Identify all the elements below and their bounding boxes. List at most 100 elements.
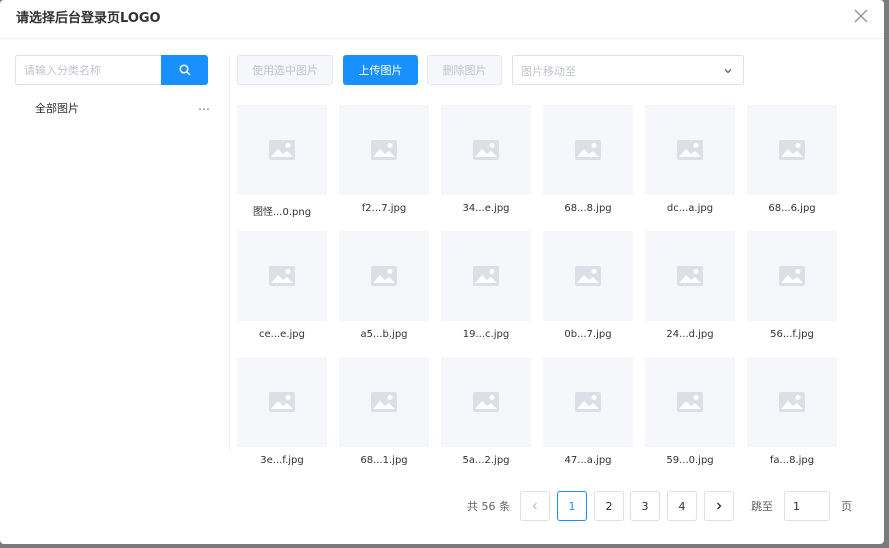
image-thumbnail (237, 357, 327, 447)
image-filename: 34...e.jpg (462, 203, 510, 214)
image-thumbnail (747, 231, 837, 321)
goto-page-input[interactable] (784, 491, 830, 521)
image-placeholder-icon (575, 266, 601, 286)
image-thumbnail (645, 357, 735, 447)
image-tile[interactable]: 68...6.jpg (747, 105, 837, 225)
image-thumbnail (543, 231, 633, 321)
image-placeholder-icon (371, 392, 397, 412)
image-placeholder-icon (779, 392, 805, 412)
image-filename: f2...7.jpg (361, 203, 407, 214)
image-tile[interactable]: fa...8.jpg (747, 357, 837, 477)
image-tile[interactable]: 68...1.jpg (339, 357, 429, 477)
close-icon[interactable] (854, 9, 868, 23)
page-unit: 页 (841, 500, 852, 513)
next-page-button[interactable] (704, 491, 734, 521)
search-icon (178, 64, 191, 76)
image-placeholder-icon (371, 266, 397, 286)
image-thumbnail (747, 357, 837, 447)
image-filename: 3e...f.jpg (260, 455, 304, 466)
image-filename: 68...8.jpg (564, 203, 612, 214)
image-filename: 5a...2.jpg (462, 455, 510, 466)
image-thumbnail (441, 105, 531, 195)
image-tile[interactable]: 0b...7.jpg (543, 231, 633, 351)
image-filename: 59...0.jpg (666, 455, 714, 466)
image-filename: 19...c.jpg (462, 329, 510, 340)
image-placeholder-icon (473, 140, 499, 160)
image-placeholder-icon (779, 266, 805, 286)
image-filename: a5...b.jpg (360, 329, 408, 340)
total-count: 共 56 条 (467, 500, 510, 513)
image-thumbnail (339, 231, 429, 321)
move-to-select[interactable]: 图片移动至 (512, 55, 744, 85)
image-tile[interactable]: 56...f.jpg (747, 231, 837, 351)
image-placeholder-icon (575, 392, 601, 412)
image-placeholder-icon (269, 392, 295, 412)
move-to-placeholder: 图片移动至 (521, 65, 576, 78)
image-filename: dc...a.jpg (666, 203, 714, 214)
image-thumbnail (441, 231, 531, 321)
image-placeholder-icon (575, 140, 601, 160)
category-item-all[interactable]: 全部图片 … (15, 96, 215, 120)
image-placeholder-icon (779, 140, 805, 160)
upload-button[interactable]: 上传图片 (343, 55, 418, 85)
image-thumbnail (543, 357, 633, 447)
image-tile[interactable]: f2...7.jpg (339, 105, 429, 225)
image-filename: 47...a.jpg (564, 455, 612, 466)
image-tile[interactable]: 24...d.jpg (645, 231, 735, 351)
chevron-right-icon (717, 502, 722, 510)
image-tile[interactable]: dc...a.jpg (645, 105, 735, 225)
page-button-2[interactable]: 2 (594, 491, 624, 521)
image-thumbnail (441, 357, 531, 447)
image-placeholder-icon (677, 392, 703, 412)
image-tile[interactable]: 47...a.jpg (543, 357, 633, 477)
image-tile[interactable]: 图怪...0.png (237, 105, 327, 225)
image-tile[interactable]: 19...c.jpg (441, 231, 531, 351)
image-tile[interactable]: a5...b.jpg (339, 231, 429, 351)
image-placeholder-icon (371, 140, 397, 160)
image-tile[interactable]: 34...e.jpg (441, 105, 531, 225)
image-thumbnail (237, 105, 327, 195)
image-placeholder-icon (269, 266, 295, 286)
image-picker-dialog: 请选择后台登录页LOGO 全部图片 … 使用选中图片 上传图片 删除图片 图片移… (0, 0, 884, 544)
more-icon[interactable]: … (198, 99, 211, 113)
image-tile[interactable]: 68...8.jpg (543, 105, 633, 225)
dialog-title: 请选择后台登录页LOGO (16, 11, 161, 26)
category-panel: 全部图片 … (15, 55, 215, 449)
search-button[interactable] (161, 55, 208, 85)
image-placeholder-icon (473, 266, 499, 286)
pagination: 共 56 条 1 2 3 4 跳至 页 (0, 491, 884, 521)
delete-button[interactable]: 删除图片 (427, 55, 502, 85)
image-thumbnail (645, 231, 735, 321)
image-placeholder-icon (269, 140, 295, 160)
image-filename: 图怪...0.png (252, 207, 312, 218)
image-placeholder-icon (473, 392, 499, 412)
prev-page-button[interactable] (520, 491, 550, 521)
image-thumbnail (237, 231, 327, 321)
image-filename: ce...e.jpg (259, 329, 305, 340)
image-filename: fa...8.jpg (769, 455, 815, 466)
page-button-3[interactable]: 3 (630, 491, 660, 521)
goto-label: 跳至 (751, 500, 773, 513)
page-button-1[interactable]: 1 (557, 491, 587, 521)
chevron-down-icon (724, 69, 732, 74)
image-tile[interactable]: 59...0.jpg (645, 357, 735, 477)
chevron-left-icon (532, 502, 537, 510)
image-tile[interactable]: 3e...f.jpg (237, 357, 327, 477)
category-search-input[interactable] (15, 55, 161, 85)
image-filename: 56...f.jpg (770, 329, 814, 340)
image-filename: 0b...7.jpg (564, 329, 612, 340)
image-thumbnail (339, 357, 429, 447)
use-selected-button[interactable]: 使用选中图片 (237, 55, 333, 85)
image-thumbnail (339, 105, 429, 195)
image-filename: 24...d.jpg (666, 329, 714, 340)
dialog-header: 请选择后台登录页LOGO (0, 0, 884, 39)
image-thumbnail (747, 105, 837, 195)
image-placeholder-icon (677, 266, 703, 286)
image-tile[interactable]: 5a...2.jpg (441, 357, 531, 477)
panel-divider (229, 55, 230, 450)
category-label: 全部图片 (35, 102, 79, 115)
image-tile[interactable]: ce...e.jpg (237, 231, 327, 351)
image-placeholder-icon (677, 140, 703, 160)
image-filename: 68...1.jpg (360, 455, 408, 466)
page-button-4[interactable]: 4 (667, 491, 697, 521)
